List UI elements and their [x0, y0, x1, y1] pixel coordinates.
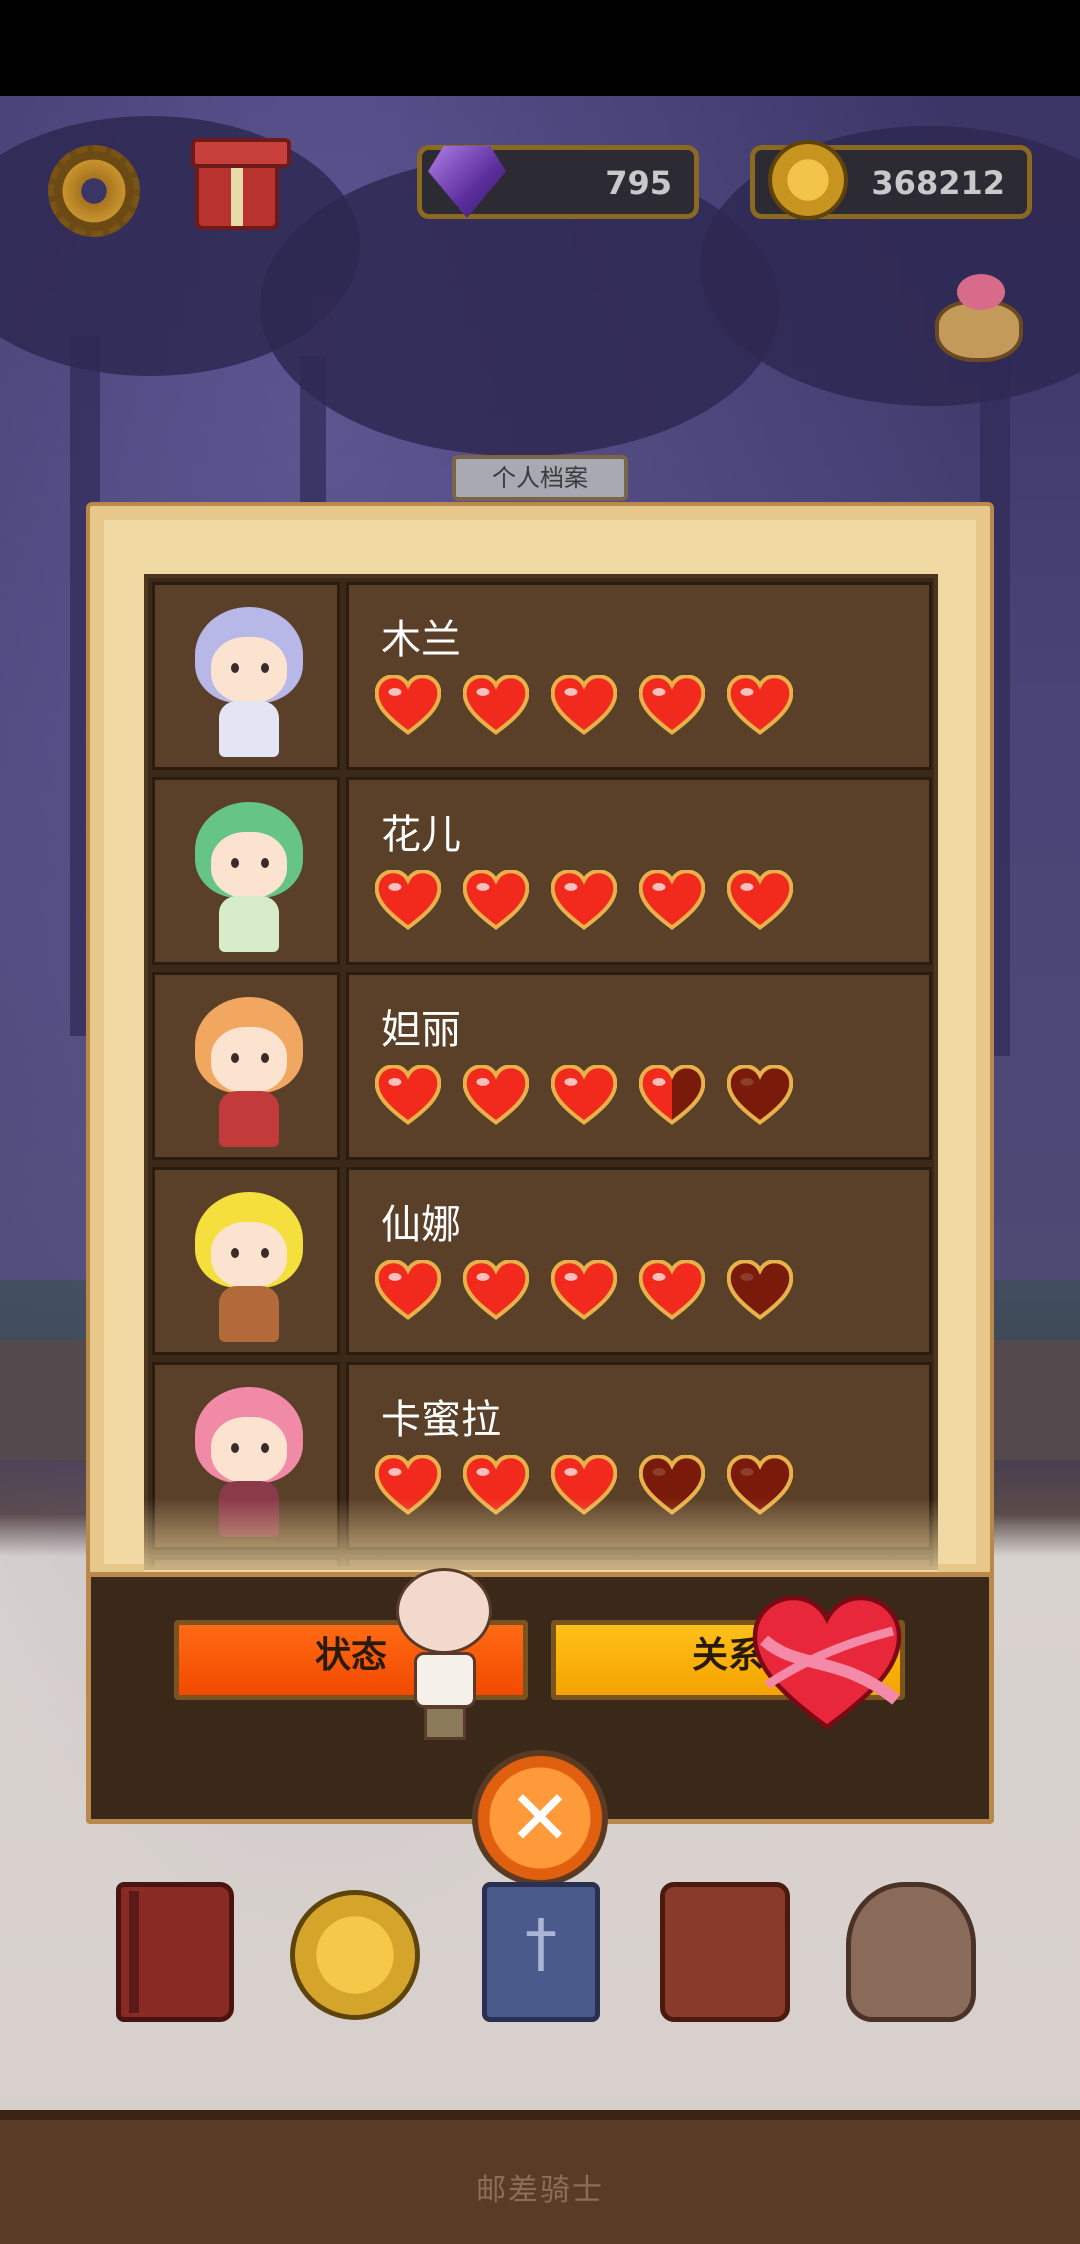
affection-hearts [375, 675, 793, 735]
character-portrait [152, 972, 340, 1160]
book-icon[interactable] [116, 1882, 234, 2022]
character-portrait [152, 1167, 340, 1355]
character-name: 妲丽 [381, 1007, 461, 1053]
heart-icon [375, 1065, 441, 1125]
heart-icon [463, 1065, 529, 1125]
list-item[interactable]: 妲丽 [152, 972, 932, 1160]
heart-icon [375, 1260, 441, 1320]
character-portrait [152, 777, 340, 965]
list-fade [144, 1498, 938, 1578]
gear-icon[interactable] [48, 145, 140, 237]
close-button[interactable]: ✕ [472, 1750, 608, 1886]
gift-icon[interactable] [191, 138, 291, 230]
list-item[interactable]: 仙娜 [152, 1167, 932, 1355]
list-item[interactable]: 花儿 [152, 777, 932, 965]
bag-icon[interactable] [660, 1882, 790, 2022]
character-name: 木兰 [381, 617, 461, 663]
heart-icon [727, 675, 793, 735]
heart-icon [463, 870, 529, 930]
heart-icon [639, 1065, 705, 1125]
heart-icon [639, 1260, 705, 1320]
heart-icon [463, 675, 529, 735]
character-info: 妲丽 [346, 972, 932, 1160]
character-name: 花儿 [381, 812, 461, 858]
heart-icon [375, 675, 441, 735]
affection-hearts [375, 870, 793, 930]
heart-icon [727, 1065, 793, 1125]
pot-icon[interactable] [935, 274, 1023, 362]
character-name: 仙娜 [381, 1202, 461, 1248]
character-info: 仙娜 [346, 1167, 932, 1355]
status-bar [0, 0, 1080, 96]
card-icon[interactable] [482, 1882, 600, 2022]
affection-hearts [375, 1260, 793, 1320]
heart-icon [551, 675, 617, 735]
heart-icon [551, 1065, 617, 1125]
sack-icon[interactable] [846, 1882, 976, 2022]
ribbon-heart-icon [752, 1594, 902, 1734]
heart-icon [639, 870, 705, 930]
profile-tab[interactable]: 个人档案 [452, 455, 628, 501]
character-portrait [152, 582, 340, 770]
heart-icon [375, 870, 441, 930]
character-info: 花儿 [346, 777, 932, 965]
list-item[interactable]: 木兰 [152, 582, 932, 770]
heart-icon [551, 870, 617, 930]
affection-hearts [375, 1065, 793, 1125]
star-coin-icon[interactable] [290, 1890, 420, 2020]
postman-character [390, 1568, 500, 1740]
heart-icon [727, 1260, 793, 1320]
heart-icon [463, 1260, 529, 1320]
game-title: 邮差骑士 [476, 2173, 604, 2208]
character-name: 卡蜜拉 [381, 1397, 501, 1443]
character-list[interactable]: 木兰 花儿 妲丽 仙娜 卡蜜拉 [144, 574, 938, 1570]
coin-icon [768, 140, 848, 220]
heart-icon [639, 675, 705, 735]
heart-icon [727, 870, 793, 930]
character-info: 木兰 [346, 582, 932, 770]
heart-icon [551, 1260, 617, 1320]
